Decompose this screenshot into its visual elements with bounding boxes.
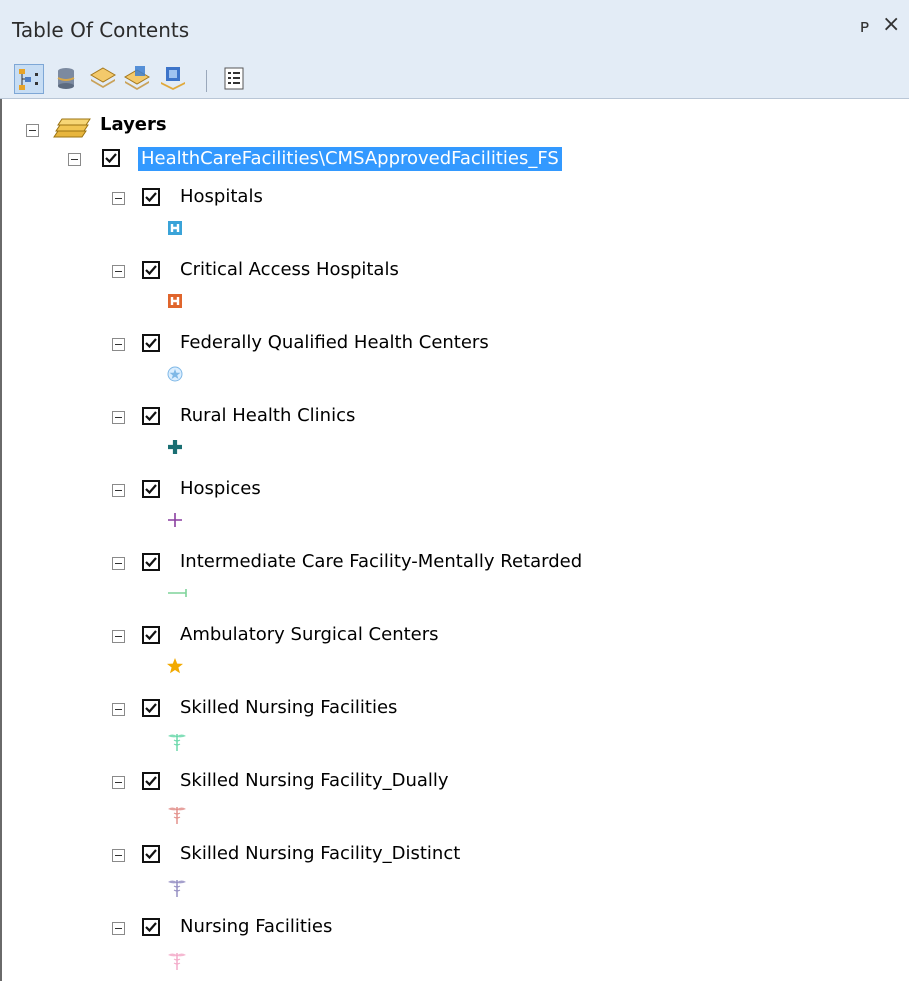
expand-collapse-toggle[interactable]	[112, 776, 125, 789]
options-button[interactable]	[220, 64, 250, 94]
list-by-visibility-icon	[90, 67, 116, 88]
sublayer-label[interactable]: Intermediate Care Facility-Mentally Reta…	[180, 550, 582, 574]
sublayer-label[interactable]: Skilled Nursing Facility_Dually	[180, 769, 449, 793]
layer-visibility-checkbox[interactable]	[142, 261, 160, 279]
list-by-drawing-order-icon	[19, 69, 38, 90]
star-circle-icon-glyph	[167, 366, 183, 382]
hospital-h-blue-icon-glyph	[168, 221, 182, 235]
layers-root-label[interactable]: Layers	[100, 113, 167, 137]
caduceus-icon	[166, 876, 188, 902]
star-circle-icon	[166, 365, 184, 387]
expand-collapse-toggle[interactable]	[112, 557, 125, 570]
layer-visibility-checkbox[interactable]	[142, 553, 160, 571]
window-title: Table Of Contents	[12, 18, 190, 42]
layer-visibility-checkbox[interactable]	[142, 188, 160, 206]
toc-titlebar: Table Of Contents ᴘ ×	[0, 0, 909, 62]
layer-visibility-checkbox[interactable]	[102, 149, 120, 167]
caduceus-icon-glyph	[168, 734, 186, 751]
sublayer-label[interactable]: Skilled Nursing Facility_Distinct	[180, 842, 460, 866]
line-tick-icon-glyph	[168, 589, 187, 597]
list-by-selection-icon	[124, 66, 150, 90]
sublayer-label[interactable]: Critical Access Hospitals	[180, 258, 399, 282]
cross-teal-icon-glyph	[168, 440, 182, 454]
expand-collapse-toggle[interactable]	[26, 124, 39, 137]
caduceus-icon-glyph	[168, 807, 186, 824]
star-icon	[166, 657, 184, 679]
cross-teal-icon	[166, 438, 184, 460]
list-by-drawing-order-button[interactable]	[14, 64, 44, 94]
layer-visibility-checkbox[interactable]	[142, 772, 160, 790]
hospital-h-orange-icon-glyph	[168, 294, 182, 308]
caduceus-icon	[166, 949, 188, 975]
cross-purple-icon	[166, 511, 184, 533]
sublayer-label[interactable]: Hospices	[180, 477, 261, 501]
expand-collapse-toggle[interactable]	[112, 703, 125, 716]
expand-collapse-toggle[interactable]	[112, 630, 125, 643]
expand-collapse-toggle[interactable]	[112, 484, 125, 497]
layer-arrow-icon	[161, 67, 185, 90]
sublayer-label[interactable]: Skilled Nursing Facilities	[180, 696, 397, 720]
hospital-h-orange-icon	[166, 292, 184, 314]
toolbar-separator	[206, 70, 207, 92]
expand-collapse-toggle[interactable]	[112, 849, 125, 862]
expand-collapse-toggle[interactable]	[112, 338, 125, 351]
caduceus-icon-glyph	[168, 953, 186, 970]
layer-visibility-checkbox[interactable]	[142, 918, 160, 936]
close-icon[interactable]: ×	[882, 12, 900, 37]
layer-visibility-checkbox[interactable]	[142, 480, 160, 498]
sublayer-label[interactable]: Ambulatory Surgical Centers	[180, 623, 439, 647]
sublayer-label[interactable]: Federally Qualified Health Centers	[180, 331, 489, 355]
expand-collapse-toggle[interactable]	[112, 922, 125, 935]
sublayer-label[interactable]: Nursing Facilities	[180, 915, 332, 939]
caduceus-icon	[166, 803, 188, 829]
layer-visibility-checkbox[interactable]	[142, 699, 160, 717]
hospital-h-blue-icon	[166, 219, 184, 241]
sublayer-label[interactable]: Rural Health Clinics	[180, 404, 355, 428]
layer-visibility-checkbox[interactable]	[142, 845, 160, 863]
list-by-selection-alt-button[interactable]	[158, 64, 188, 94]
caduceus-icon-glyph	[168, 880, 186, 897]
sublayer-label[interactable]: Hospitals	[180, 185, 263, 209]
expand-collapse-toggle[interactable]	[68, 153, 81, 166]
star-icon-glyph	[167, 658, 183, 674]
list-by-source-button[interactable]	[52, 64, 82, 94]
list-by-source-icon	[57, 68, 75, 89]
expand-collapse-toggle[interactable]	[112, 192, 125, 205]
service-layer-label[interactable]: HealthCareFacilities\CMSApprovedFaciliti…	[138, 147, 562, 171]
expand-collapse-toggle[interactable]	[112, 265, 125, 278]
cross-purple-icon-glyph	[168, 513, 182, 527]
layer-visibility-checkbox[interactable]	[142, 626, 160, 644]
layers-stack-icon	[53, 118, 91, 138]
caduceus-icon	[166, 730, 188, 756]
options-icon	[224, 67, 244, 90]
layer-visibility-checkbox[interactable]	[142, 407, 160, 425]
toc-toolbar	[0, 62, 909, 99]
list-by-visibility-button[interactable]	[88, 64, 118, 94]
expand-collapse-toggle[interactable]	[112, 411, 125, 424]
list-by-selection-button[interactable]	[122, 64, 152, 94]
pin-icon[interactable]: ᴘ	[860, 16, 869, 37]
toc-tree: Layers HealthCareFacilities\CMSApprovedF…	[0, 99, 909, 981]
layer-visibility-checkbox[interactable]	[142, 334, 160, 352]
line-tick-icon	[166, 584, 190, 606]
